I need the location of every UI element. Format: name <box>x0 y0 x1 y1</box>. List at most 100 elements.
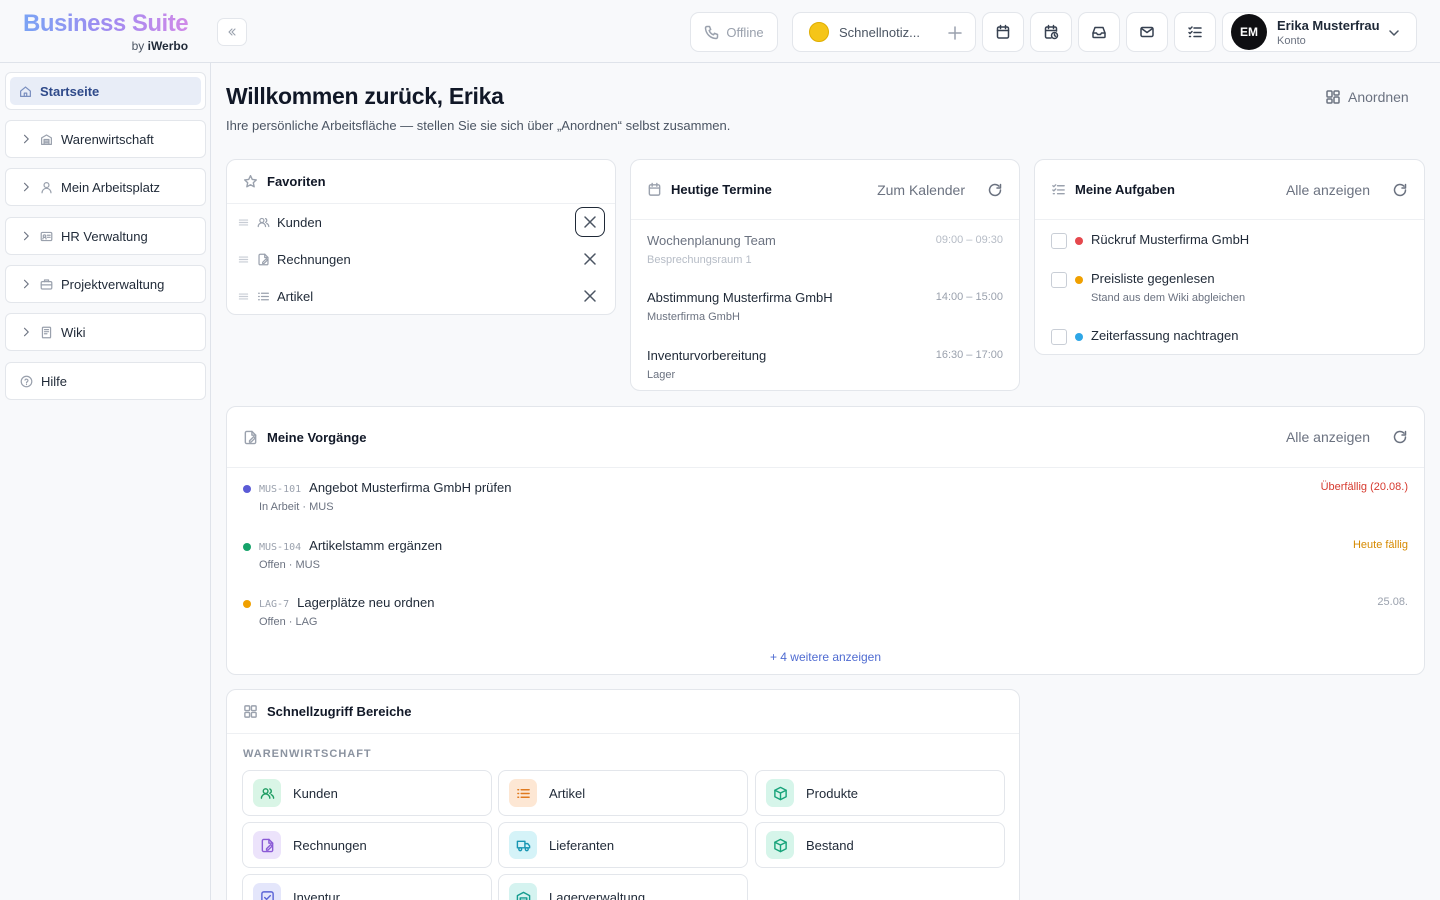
sidebar-item-projektverwaltung[interactable]: Projektverwaltung <box>5 265 206 303</box>
favorite-item[interactable]: Rechnungen <box>237 242 605 276</box>
appointment-item[interactable]: Abstimmung Musterfirma GmbH Musterfirma … <box>647 290 1003 323</box>
note-color-dot[interactable] <box>809 22 829 42</box>
checklist-icon <box>1188 26 1202 38</box>
favorites-title: Favoriten <box>267 174 326 189</box>
tasks-show-all-link[interactable]: Alle anzeigen <box>1286 182 1370 198</box>
quick-access-header: Schnellzugriff Bereiche <box>243 690 1003 733</box>
building-icon <box>41 133 52 145</box>
process-title: Lagerplätze neu ordnen <box>297 595 435 610</box>
tile-artikel[interactable]: Artikel <box>498 770 748 816</box>
drag-handle-icon[interactable] <box>237 253 250 266</box>
process-status-dot <box>243 600 251 608</box>
sidebar-item-hr-verwaltung[interactable]: HR Verwaltung <box>5 217 206 255</box>
section-label: WARENWIRTSCHAFT <box>243 748 372 760</box>
calendar-clock-button[interactable] <box>1030 12 1072 52</box>
refresh-icon[interactable] <box>1392 429 1408 445</box>
phone-icon <box>705 25 719 40</box>
sidebar-item-label: Mein Arbeitsplatz <box>61 179 160 195</box>
inbox-button[interactable] <box>1078 12 1120 52</box>
quick-note-placeholder: Schnellnotiz... <box>839 24 920 40</box>
mail-button[interactable] <box>1126 12 1168 52</box>
user-menu-button[interactable]: EM Erika Musterfrau Konto <box>1222 12 1417 52</box>
tile-bestand[interactable]: Bestand <box>755 822 1005 868</box>
task-checkbox[interactable] <box>1051 233 1067 249</box>
sidebar-item-startseite[interactable]: Startseite <box>5 72 206 110</box>
inbox-icon <box>1092 26 1106 39</box>
process-item[interactable]: MUS-104 Artikelstamm ergänzen Offen · MU… <box>243 538 1408 571</box>
favorite-item[interactable]: Kunden <box>237 205 605 239</box>
appointment-time: 09:00 – 09:30 <box>935 234 1003 246</box>
tasks-card: Meine Aufgaben Alle anzeigen Rückruf Mus… <box>1034 159 1425 355</box>
task-checkbox[interactable] <box>1051 329 1067 345</box>
tile-inventur[interactable]: Inventur <box>242 874 492 900</box>
chevron-right-icon <box>23 134 29 144</box>
appointments-header: Heutige Termine Zum Kalender <box>647 160 1003 219</box>
brand-logo[interactable]: Business Suite by iWerbo <box>23 10 189 53</box>
remove-favorite-button[interactable] <box>575 281 605 311</box>
tile-lieferanten[interactable]: Lieferanten <box>498 822 748 868</box>
users-icon <box>257 217 270 227</box>
task-item: Rückruf Musterfirma GmbH <box>1051 232 1408 249</box>
tile-rechnungen[interactable]: Rechnungen <box>242 822 492 868</box>
list-icon <box>516 788 530 798</box>
process-title: Angebot Musterfirma GmbH prüfen <box>309 480 512 495</box>
process-item[interactable]: LAG-7 Lagerplätze neu ordnen Offen · LAG… <box>243 595 1408 628</box>
favorite-item[interactable]: Artikel <box>237 279 605 313</box>
sidebar: Startseite Warenwirtschaft Mein Arbeitsp… <box>0 63 211 900</box>
drag-handle-icon[interactable] <box>237 290 250 303</box>
tasks-button[interactable] <box>1174 12 1216 52</box>
tile-label: Rechnungen <box>293 837 367 853</box>
task-checkbox[interactable] <box>1051 272 1067 288</box>
favorite-label: Artikel <box>277 288 314 304</box>
processes-show-all-link[interactable]: Alle anzeigen <box>1286 429 1370 445</box>
sidebar-item-label: Warenwirtschaft <box>61 131 154 147</box>
task-title[interactable]: Rückruf Musterfirma GmbH <box>1091 232 1408 247</box>
tasks-title: Meine Aufgaben <box>1075 182 1175 197</box>
tile-lagerverwaltung[interactable]: Lagerverwaltung <box>498 874 748 900</box>
appointments-card: Heutige Termine Zum Kalender Wochenplanu… <box>630 159 1020 391</box>
sidebar-item-wiki[interactable]: Wiki <box>5 313 206 351</box>
sidebar-item-mein-arbeitsplatz[interactable]: Mein Arbeitsplatz <box>5 168 206 206</box>
phone-status-button[interactable]: Offline <box>690 12 778 52</box>
sidebar-item-label: HR Verwaltung <box>61 228 148 244</box>
remove-favorite-button[interactable] <box>575 244 605 274</box>
remove-favorite-button[interactable] <box>575 207 605 237</box>
arrange-button[interactable]: Anordnen <box>1325 89 1409 105</box>
invoice-icon <box>258 253 269 265</box>
task-title[interactable]: Preisliste gegenlesen <box>1091 271 1408 286</box>
cube-icon <box>773 786 787 800</box>
process-code: MUS-101 <box>259 484 302 495</box>
task-title[interactable]: Zeiterfassung nachtragen <box>1091 328 1408 343</box>
appointment-time: 14:00 – 15:00 <box>935 291 1003 303</box>
sidebar-item-hilfe[interactable]: Hilfe <box>5 362 206 400</box>
quick-note-input[interactable]: Schnellnotiz... <box>792 12 976 52</box>
refresh-icon[interactable] <box>1392 182 1408 198</box>
page-subtitle: Ihre persönliche Arbeitsfläche — stellen… <box>226 118 731 133</box>
collapse-sidebar-button[interactable] <box>217 18 247 46</box>
plus-icon[interactable] <box>947 25 963 41</box>
home-icon <box>20 85 31 97</box>
tile-produkte[interactable]: Produkte <box>755 770 1005 816</box>
processes-card: Meine Vorgänge Alle anzeigen MUS-101 Ang… <box>226 406 1425 675</box>
appointment-item[interactable]: Wochenplanung Team Besprechungsraum 1 09… <box>647 233 1003 266</box>
process-meta: In Arbeit · MUS <box>259 501 334 513</box>
appointment-item[interactable]: Inventurvorbereitung Lager 16:30 – 17:00 <box>647 348 1003 381</box>
process-meta: Offen · LAG <box>259 616 318 628</box>
page-title: Willkommen zurück, Erika <box>226 83 504 109</box>
calendar-button[interactable] <box>982 12 1024 52</box>
user-name: Erika Musterfrau <box>1277 17 1380 33</box>
sidebar-item-warenwirtschaft[interactable]: Warenwirtschaft <box>5 120 206 158</box>
cube-icon <box>773 838 787 852</box>
chevron-right-icon <box>23 231 29 241</box>
close-icon <box>584 216 596 228</box>
open-calendar-link[interactable]: Zum Kalender <box>877 182 965 198</box>
quick-access-card: Schnellzugriff Bereiche WARENWIRTSCHAFT … <box>226 689 1020 900</box>
process-due: 25.08. <box>1377 596 1408 608</box>
process-item[interactable]: MUS-101 Angebot Musterfirma GmbH prüfen … <box>243 480 1408 513</box>
refresh-icon[interactable] <box>987 182 1003 198</box>
drag-handle-icon[interactable] <box>237 216 250 229</box>
invoice-icon <box>244 430 257 444</box>
process-code: MUS-104 <box>259 542 302 553</box>
tile-kunden[interactable]: Kunden <box>242 770 492 816</box>
show-more-link[interactable]: + 4 weitere anzeigen <box>227 650 1424 664</box>
